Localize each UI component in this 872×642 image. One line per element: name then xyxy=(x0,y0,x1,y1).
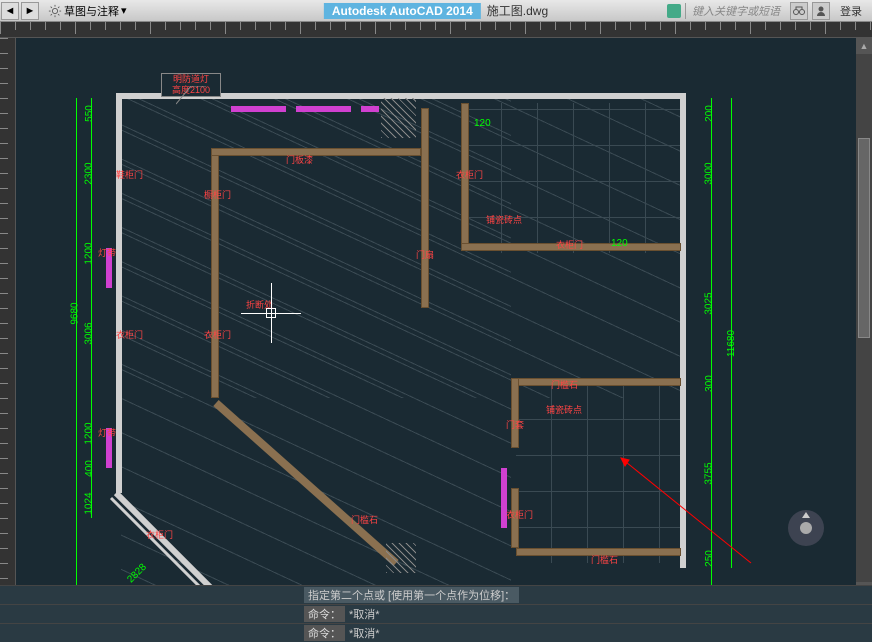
label: 灯带 xyxy=(98,426,116,439)
dim-value: 400 xyxy=(84,460,95,477)
command-hint: 指定第二个点或 [使用第一个点作为位移]： xyxy=(304,587,519,603)
dim-value: 9680 xyxy=(70,302,81,324)
magenta-bar xyxy=(296,106,351,112)
binoculars-icon[interactable] xyxy=(790,2,808,20)
partition xyxy=(211,148,219,398)
partition xyxy=(511,378,519,448)
prompt-label: 命令： xyxy=(304,606,345,622)
label: 门槛石 xyxy=(551,378,578,391)
label: 铺瓷砖点 xyxy=(486,213,522,226)
drawing-canvas[interactable]: 明防道灯 高度2100 550 2300 1200 3006 1200 400 … xyxy=(16,38,872,598)
label: 衣柜门 xyxy=(456,168,483,181)
dim-value: 300 xyxy=(704,375,715,392)
title-bar: ◄ ► 草图与注释 ▾ Autodesk AutoCAD 2014 施工图.dw… xyxy=(0,0,872,22)
label: 衣柜门 xyxy=(506,508,533,521)
dim-value: 200 xyxy=(704,105,715,122)
annotation-arrow xyxy=(611,448,756,568)
ruler-horizontal xyxy=(0,22,872,38)
leader-line xyxy=(176,86,206,106)
partition xyxy=(421,108,429,308)
command-text: *取消* xyxy=(349,606,380,622)
command-line[interactable]: 指定第二个点或 [使用第一个点作为位移]： 命令： *取消* 命令： *取消* xyxy=(0,585,872,642)
dim-value: 1024 xyxy=(84,492,95,514)
dim-value: 3006 xyxy=(84,322,95,344)
dim-line xyxy=(91,98,92,518)
dim-value: 120 xyxy=(474,118,491,129)
file-name: 施工图.dwg xyxy=(487,2,548,19)
partition xyxy=(211,148,421,156)
command-text: *取消* xyxy=(349,625,380,641)
dim-value: 11680 xyxy=(726,330,737,357)
dim-value: 3000 xyxy=(704,162,715,184)
dim-value: 550 xyxy=(84,105,95,122)
label: 折断处 xyxy=(246,298,273,311)
app-name: Autodesk AutoCAD 2014 xyxy=(324,3,481,19)
wall xyxy=(116,93,122,493)
label: 衣柜门 xyxy=(116,328,143,341)
dim-value: 120 xyxy=(611,238,628,249)
label: 门套 xyxy=(506,418,524,431)
scrollbar-vertical[interactable]: ▲ ▼ xyxy=(856,38,872,598)
partition xyxy=(511,378,681,386)
search-input[interactable]: 键入关键字或短语 xyxy=(685,3,786,19)
prompt-label: 命令： xyxy=(304,625,345,641)
dim-value: 3025 xyxy=(704,292,715,314)
tile-grid xyxy=(466,103,681,253)
hatch-area xyxy=(386,543,416,573)
label: 灯带 xyxy=(98,246,116,259)
nav-fwd-button[interactable]: ► xyxy=(21,2,39,20)
gear-icon xyxy=(48,4,62,18)
label: 鞋柜门 xyxy=(116,168,143,181)
partition-diagonal xyxy=(206,393,406,573)
user-icon[interactable] xyxy=(812,2,830,20)
magenta-bar xyxy=(361,106,379,112)
ruler-vertical xyxy=(0,38,16,598)
workspace-label: 草图与注释 xyxy=(64,3,119,19)
label: 衣柜门 xyxy=(556,238,583,251)
app-title: Autodesk AutoCAD 2014 施工图.dwg xyxy=(324,2,548,19)
label: 衣柜门 xyxy=(146,528,173,541)
login-button[interactable]: 登录 xyxy=(834,3,868,19)
label: 门板漆 xyxy=(286,153,313,166)
magenta-bar xyxy=(231,106,286,112)
label: 门扇 xyxy=(416,248,434,261)
view-cube[interactable] xyxy=(786,508,826,548)
scroll-thumb[interactable] xyxy=(858,138,870,338)
dim-line xyxy=(76,98,77,598)
label: 衣柜门 xyxy=(204,328,231,341)
play-icon[interactable] xyxy=(667,4,681,18)
workspace-selector[interactable]: 草图与注释 ▾ xyxy=(44,3,131,19)
label: 门槛石 xyxy=(351,513,378,526)
label: 橱柜门 xyxy=(204,188,231,201)
dim-value: 2300 xyxy=(84,162,95,184)
hatch-area xyxy=(381,98,416,138)
nav-back-button[interactable]: ◄ xyxy=(1,2,19,20)
scroll-up-icon[interactable]: ▲ xyxy=(856,38,872,54)
dim-value: 1200 xyxy=(84,422,95,444)
dropdown-icon: ▾ xyxy=(121,4,127,17)
dim-value: 1200 xyxy=(84,242,95,264)
label: 铺瓷砖点 xyxy=(546,403,582,416)
